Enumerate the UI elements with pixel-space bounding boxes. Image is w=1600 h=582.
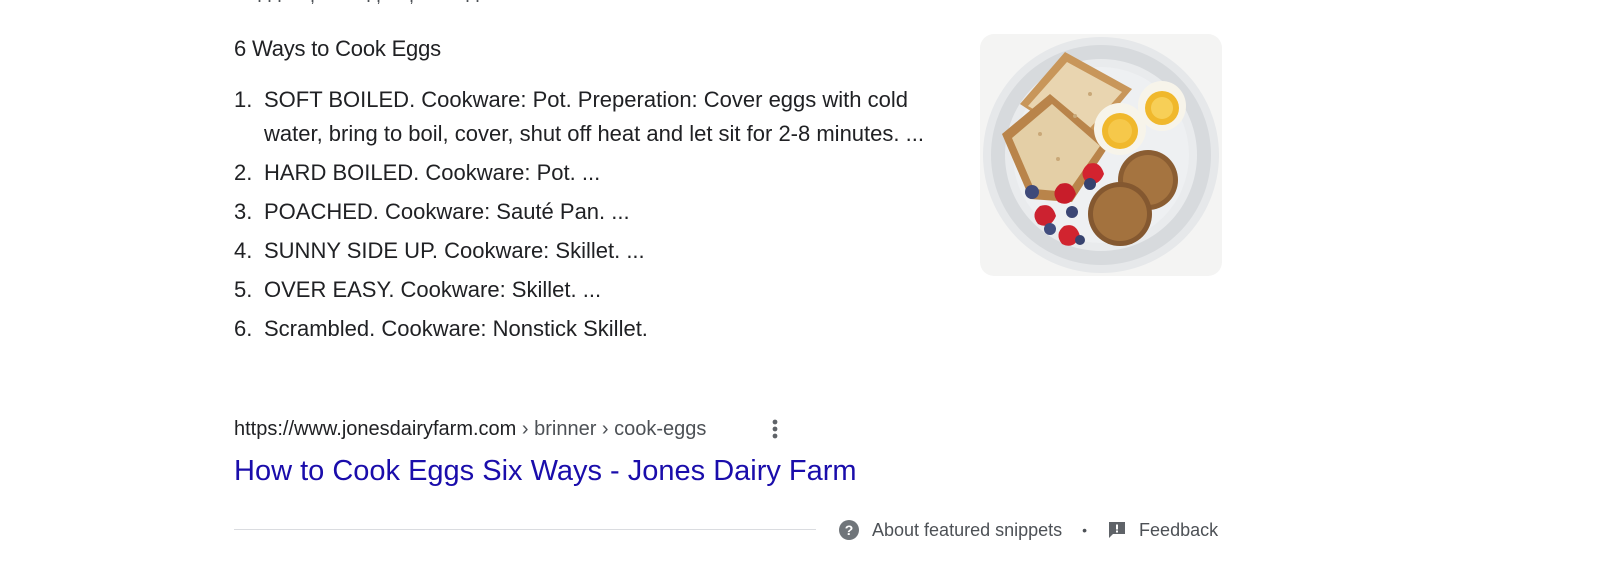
feedback-label: Feedback	[1139, 519, 1219, 540]
more-vert-icon[interactable]	[770, 418, 780, 440]
list-item: 4. SUNNY SIDE UP. Cookware: Skillet. ...	[234, 234, 924, 268]
result-url[interactable]: https://www.jonesdairyfarm.com › brinner…	[234, 414, 706, 444]
snippet-thumbnail[interactable]	[980, 34, 1222, 276]
cooking-methods-list: 1. SOFT BOILED. Cookware: Pot. Preperati…	[234, 83, 924, 351]
list-item-number: 6.	[234, 316, 253, 341]
list-item: 2. HARD BOILED. Cookware: Pot. ...	[234, 156, 924, 190]
snippet-footer: ? About featured snippets • Feedback	[838, 516, 1218, 544]
breadcrumb: › brinner › cook-eggs	[516, 418, 707, 440]
list-item-text: SOFT BOILED. Cookware: Pot. Preperation:…	[264, 87, 924, 146]
separator-dot: •	[1082, 522, 1088, 538]
list-item: 6. Scrambled. Cookware: Nonstick Skillet…	[234, 312, 924, 346]
list-item-number: 2.	[234, 160, 253, 185]
result-source: https://www.jonesdairyfarm.com › brinner…	[234, 414, 834, 444]
divider	[234, 529, 816, 530]
list-item-text: HARD BOILED. Cookware: Pot. ...	[264, 160, 601, 185]
feedback-link[interactable]: Feedback	[1107, 520, 1218, 541]
feedback-icon	[1109, 522, 1126, 538]
list-item-text: OVER EASY. Cookware: Skillet. ...	[264, 277, 602, 302]
list-item: 1. SOFT BOILED. Cookware: Pot. Preperati…	[234, 83, 924, 151]
svg-text:?: ?	[845, 522, 854, 538]
help-circle-icon: ?	[839, 520, 859, 540]
list-item-text: SUNNY SIDE UP. Cookware: Skillet. ...	[264, 238, 645, 263]
list-item: 5. OVER EASY. Cookware: Skillet. ...	[234, 273, 924, 307]
result-title-link[interactable]: How to Cook Eggs Six Ways - Jones Dairy …	[234, 452, 857, 490]
list-item-number: 1.	[234, 87, 253, 112]
breakfast-plate-photo	[983, 37, 1219, 273]
list-item-number: 3.	[234, 199, 253, 224]
previous-result-cutoff: — . . . — , — — . , — , — — . . —	[234, 0, 503, 4]
about-featured-snippets-link[interactable]: ? About featured snippets	[838, 519, 1062, 541]
search-results-page: — . . . — , — — . , — , — — . . — 6 Ways…	[0, 0, 1600, 582]
about-featured-snippets-label: About featured snippets	[872, 519, 1063, 540]
list-item-number: 5.	[234, 277, 253, 302]
result-domain: https://www.jonesdairyfarm.com	[234, 418, 517, 440]
list-item-text: Scrambled. Cookware: Nonstick Skillet.	[264, 316, 648, 341]
list-item-text: POACHED. Cookware: Sauté Pan. ...	[264, 199, 630, 224]
list-item-number: 4.	[234, 238, 253, 263]
list-item: 3. POACHED. Cookware: Sauté Pan. ...	[234, 195, 924, 229]
snippet-title: 6 Ways to Cook Eggs	[234, 36, 441, 61]
